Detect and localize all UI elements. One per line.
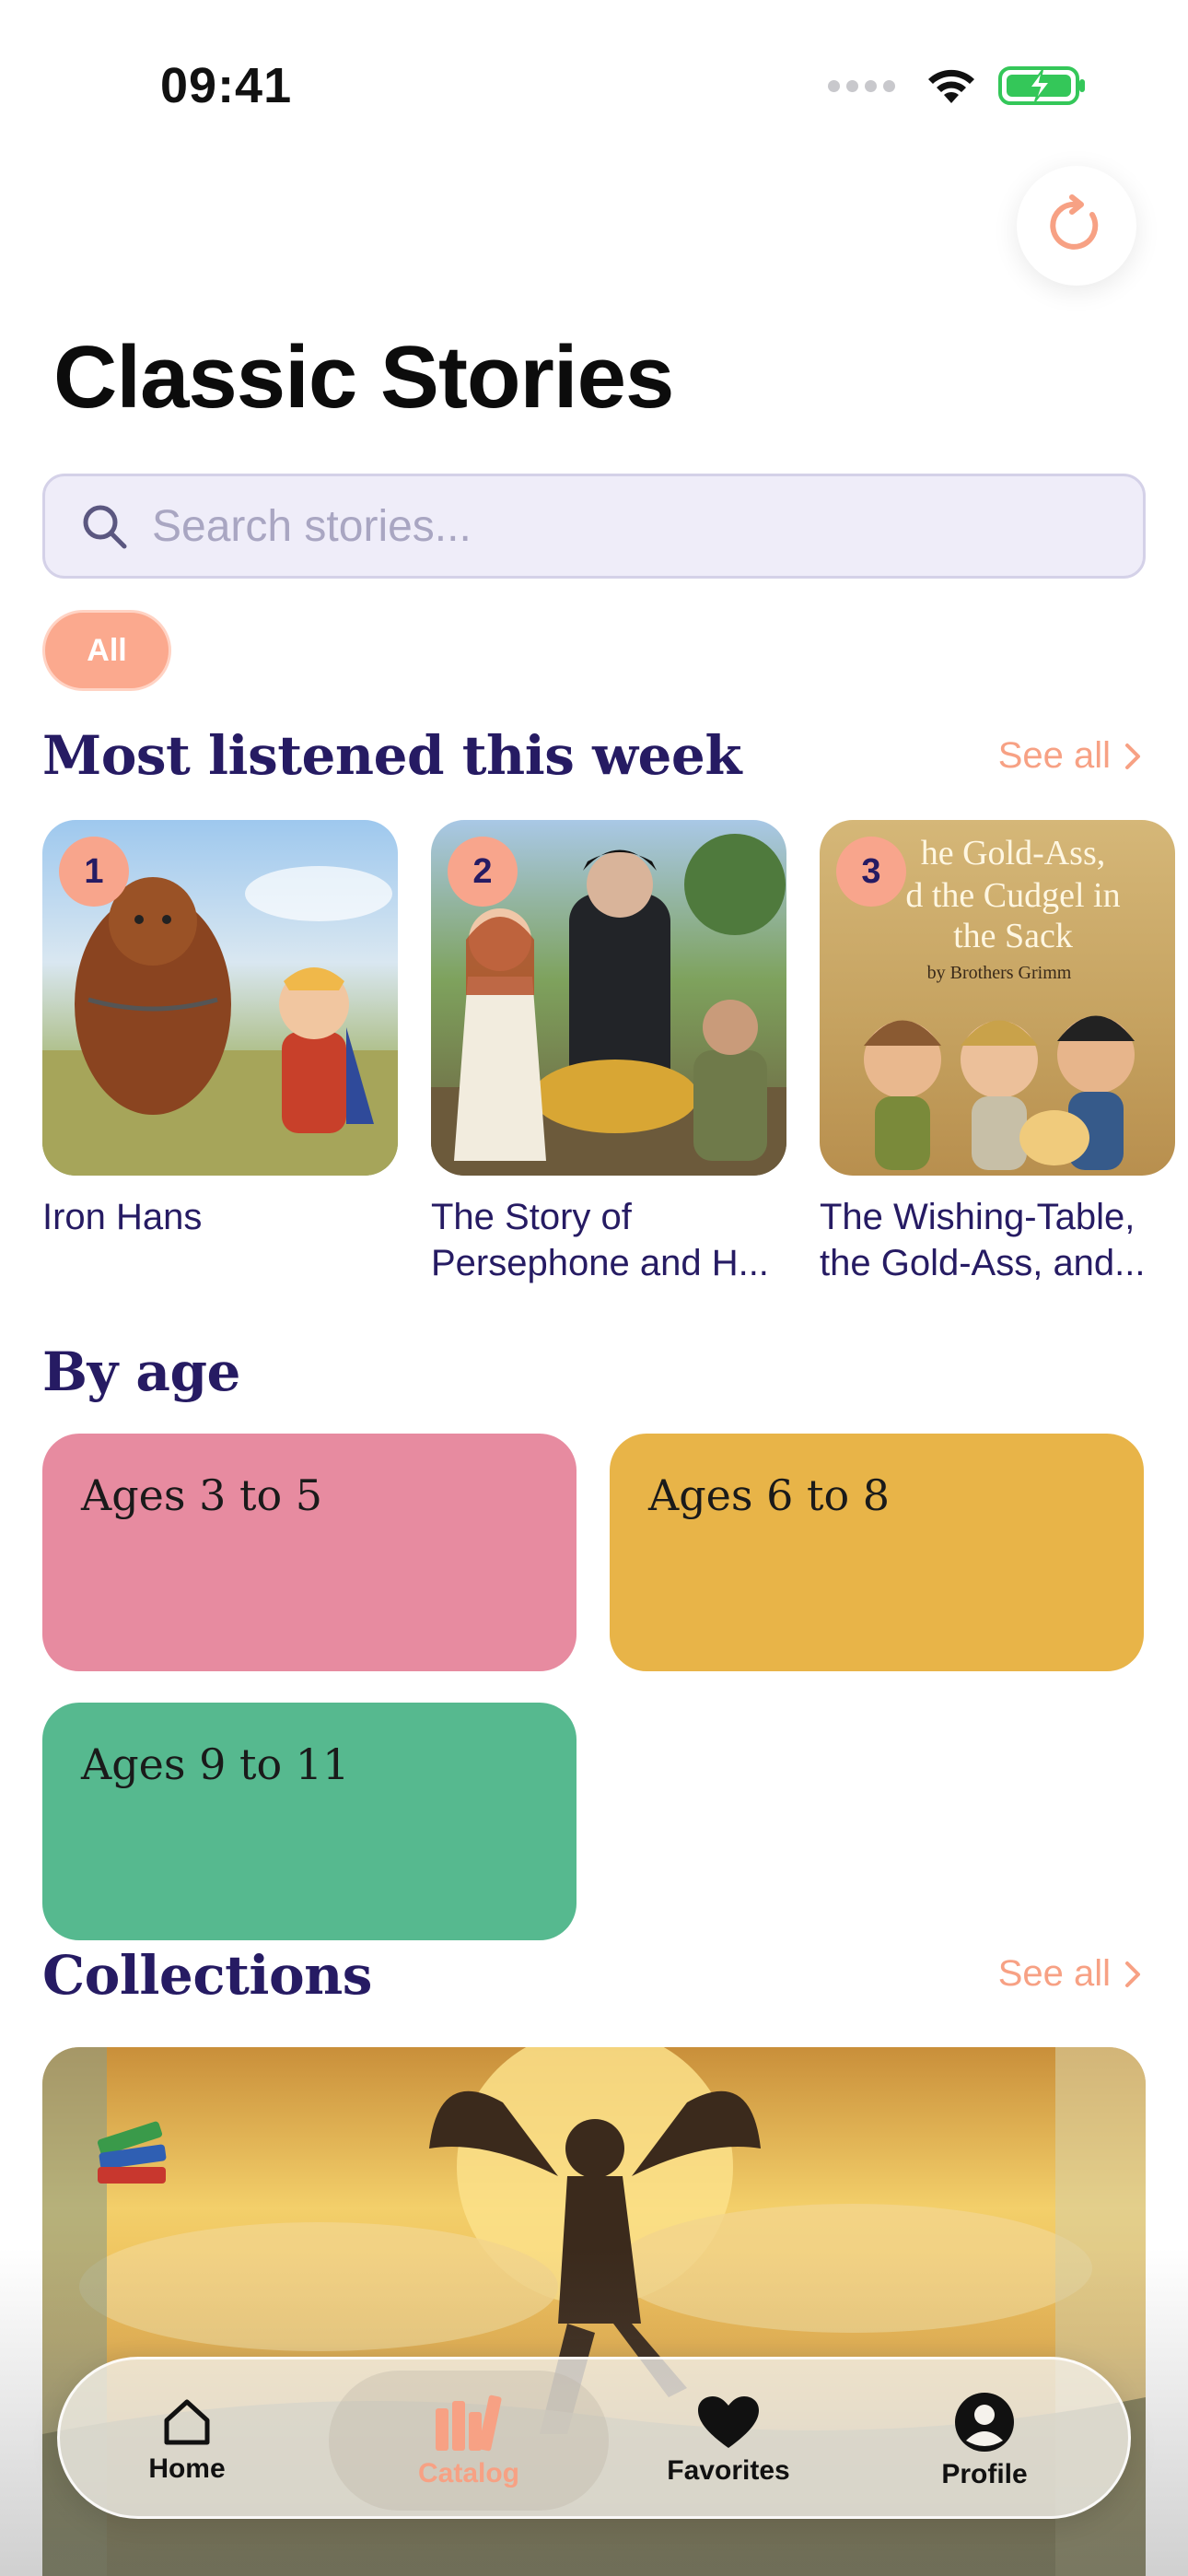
section-title-by-age: By age	[42, 1341, 240, 1403]
age-label: Ages 3 to 5	[81, 1470, 323, 1520]
search-icon	[83, 505, 127, 549]
see-all-most-listened-link[interactable]: See all	[998, 735, 1142, 777]
search-input[interactable]	[152, 500, 1073, 552]
story-title: The Story of Persephone and H...	[431, 1197, 769, 1283]
story-card[interactable]: 2 The Story of Persephone and H...	[431, 820, 786, 1286]
chevron-right-icon	[1125, 1961, 1140, 1987]
rank-badge: 1	[59, 837, 129, 907]
status-icons	[828, 64, 1087, 107]
see-all-label: See all	[997, 735, 1111, 776]
heart-icon	[698, 2396, 759, 2448]
person-circle-icon	[955, 2393, 1014, 2452]
tab-label: Catalog	[417, 2458, 519, 2488]
wifi-icon	[928, 69, 974, 103]
tab-catalog[interactable]: Catalog	[329, 2371, 609, 2511]
age-tile-3-to-5[interactable]: Ages 3 to 5	[42, 1434, 577, 1671]
story-card[interactable]: 1 Iron Hans	[42, 820, 398, 1286]
age-tile-9-to-11[interactable]: Ages 9 to 11	[42, 1703, 577, 1940]
books-emoji-icon	[97, 2121, 167, 2184]
cover-author-text: by Brothers Grimm	[927, 963, 1072, 983]
story-cover-image: he Gold-Ass, d the Cudgel in the Sack by…	[820, 820, 1175, 1176]
story-cover-image: 1	[42, 820, 398, 1176]
tab-label: Home	[148, 2453, 226, 2484]
tab-home[interactable]: Home	[67, 2359, 307, 2522]
cover-title-text: he Gold-Ass,	[921, 834, 1106, 872]
see-all-label: See all	[997, 1953, 1111, 1994]
cellular-signal-icon	[828, 79, 895, 92]
battery-charging-icon	[998, 66, 1085, 105]
cover-title-text: d the Cudgel in	[905, 876, 1120, 915]
page-title: Classic Stories	[53, 328, 674, 427]
story-title: The Wishing-Table, the Gold-Ass, and...	[820, 1197, 1146, 1283]
filter-chip-all[interactable]: All	[42, 610, 171, 691]
home-icon	[164, 2399, 210, 2445]
tab-favorites[interactable]: Favorites	[609, 2359, 848, 2522]
rank-badge: 2	[448, 837, 518, 907]
tab-label: Profile	[941, 2459, 1028, 2489]
section-title-collections: Collections	[42, 1944, 372, 2007]
rank-badge: 3	[836, 837, 906, 907]
age-tile-6-to-8[interactable]: Ages 6 to 8	[610, 1434, 1144, 1671]
status-time: 09:41	[160, 58, 293, 113]
books-icon	[436, 2395, 502, 2452]
most-listened-carousel[interactable]: 1 Iron Hans 2 The Story of Persephone an…	[42, 820, 1175, 1286]
story-card[interactable]: he Gold-Ass, d the Cudgel in the Sack by…	[820, 820, 1175, 1286]
chevron-right-icon	[1125, 743, 1140, 769]
age-label: Ages 6 to 8	[648, 1470, 891, 1520]
refresh-button[interactable]	[1017, 166, 1136, 286]
tab-profile[interactable]: Profile	[865, 2359, 1104, 2522]
story-title: Iron Hans	[42, 1197, 203, 1237]
section-title-most-listened: Most listened this week	[42, 724, 742, 787]
tab-label: Favorites	[667, 2455, 790, 2486]
search-bar[interactable]	[42, 474, 1146, 579]
age-label: Ages 9 to 11	[81, 1739, 350, 1789]
story-cover-image: 2	[431, 820, 786, 1176]
cover-title-text: the Sack	[953, 917, 1073, 955]
see-all-collections-link[interactable]: See all	[998, 1953, 1142, 1995]
tab-bar: Home Catalog Favorites Profile	[57, 2357, 1131, 2519]
status-bar: 09:41	[0, 0, 1188, 175]
refresh-icon	[1050, 194, 1099, 250]
